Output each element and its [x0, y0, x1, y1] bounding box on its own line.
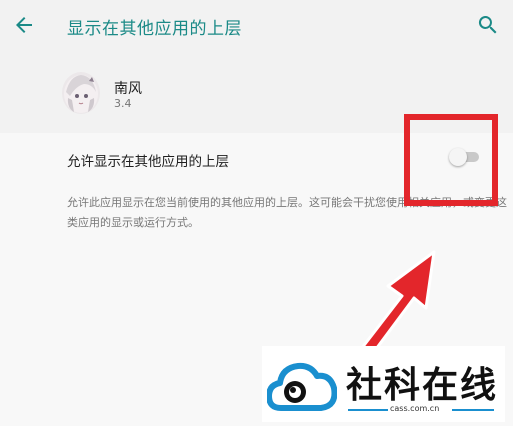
search-button[interactable] [476, 13, 500, 37]
arrow-left-icon [16, 17, 32, 33]
anime-avatar-icon [64, 75, 98, 113]
watermark-line-right [452, 409, 494, 411]
app-version: 3.4 [114, 97, 132, 110]
app-name: 南风 [114, 81, 142, 97]
watermark: 社科在线 cass.com.cn [262, 346, 505, 422]
app-bar: 显示在其他应用的上层 [0, 0, 513, 54]
watermark-text: 社科在线 [346, 365, 499, 406]
highlight-box [404, 114, 498, 206]
back-button[interactable] [12, 13, 36, 37]
watermark-url: cass.com.cn [390, 404, 440, 413]
app-icon [62, 72, 100, 114]
cloud-logo-icon [267, 362, 337, 411]
search-icon [478, 16, 497, 34]
permission-label[interactable]: 允许显示在其他应用的上层 [67, 150, 229, 170]
page-title: 显示在其他应用的上层 [67, 19, 242, 39]
watermark-line-left [348, 409, 388, 411]
